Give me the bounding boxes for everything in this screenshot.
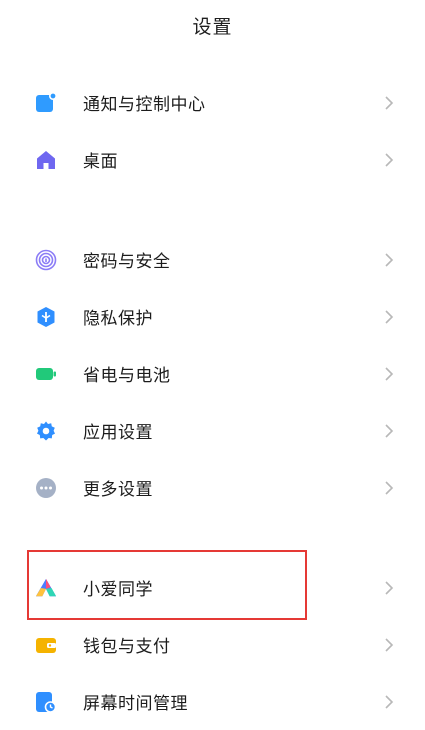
settings-item-more[interactable]: 更多设置 bbox=[0, 459, 425, 516]
settings-item-label: 屏幕时间管理 bbox=[83, 694, 188, 714]
screen-time-icon bbox=[35, 691, 57, 713]
settings-item-label: 通知与控制中心 bbox=[83, 95, 206, 115]
settings-item-label: 桌面 bbox=[83, 152, 118, 172]
settings-item-wallet[interactable]: 钱包与支付 bbox=[0, 616, 425, 673]
settings-item-screentime[interactable]: 屏幕时间管理 bbox=[0, 673, 425, 730]
settings-item-apps[interactable]: 应用设置 bbox=[0, 402, 425, 459]
notification-icon bbox=[35, 91, 57, 114]
gear-icon bbox=[35, 420, 57, 442]
settings-item-password[interactable]: 密码与安全 bbox=[0, 231, 425, 288]
chevron-right-icon bbox=[385, 366, 394, 381]
chevron-right-icon bbox=[385, 309, 394, 324]
settings-item-label: 隐私保护 bbox=[83, 309, 153, 329]
settings-item-notifications[interactable]: 通知与控制中心 bbox=[0, 74, 425, 131]
chevron-right-icon bbox=[385, 580, 394, 595]
chevron-right-icon bbox=[385, 637, 394, 652]
chevron-right-icon bbox=[385, 95, 394, 110]
settings-item-label: 省电与电池 bbox=[83, 366, 171, 386]
more-icon bbox=[35, 477, 57, 499]
chevron-right-icon bbox=[385, 423, 394, 438]
chevron-right-icon bbox=[385, 480, 394, 495]
chevron-right-icon bbox=[385, 152, 394, 167]
chevron-right-icon bbox=[385, 694, 394, 709]
page-title: 设置 bbox=[192, 16, 233, 38]
battery-icon bbox=[35, 363, 57, 385]
settings-item-privacy[interactable]: 隐私保护 bbox=[0, 288, 425, 345]
highlight-box bbox=[27, 550, 307, 620]
wallet-icon bbox=[35, 634, 57, 656]
shield-icon bbox=[35, 306, 57, 328]
chevron-right-icon bbox=[385, 252, 394, 267]
settings-item-label: 应用设置 bbox=[83, 423, 153, 443]
settings-item-label: 更多设置 bbox=[83, 480, 153, 500]
home-icon bbox=[35, 149, 57, 171]
settings-item-desktop[interactable]: 桌面 bbox=[0, 131, 425, 188]
settings-item-label: 密码与安全 bbox=[83, 252, 171, 272]
fingerprint-icon bbox=[35, 249, 57, 271]
settings-item-battery[interactable]: 省电与电池 bbox=[0, 345, 425, 402]
settings-item-label: 钱包与支付 bbox=[83, 637, 171, 657]
